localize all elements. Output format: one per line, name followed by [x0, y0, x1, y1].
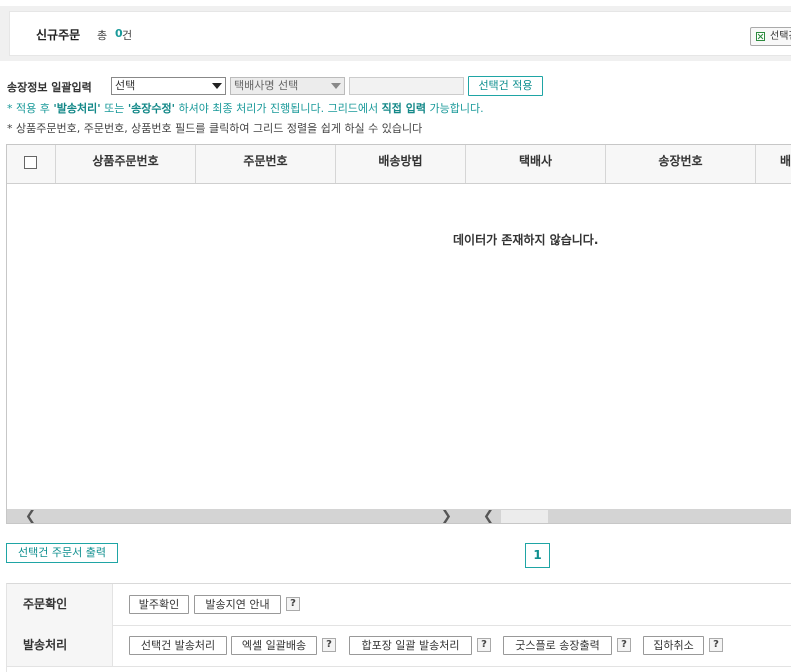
scrollbar-thumb[interactable] — [501, 510, 548, 523]
order-grid: 상품주문번호 주문번호 배송방법 택배사 송장번호 배 데이터가 존재하지 않습… — [6, 144, 791, 524]
print-order-sheet-button[interactable]: 선택건 주문서 출력 — [6, 543, 118, 563]
scroll-right-icon[interactable]: ❯ — [441, 509, 452, 523]
column-header-truncated[interactable]: 배 — [756, 145, 791, 183]
action-row-dispatch: 발송처리 선택건 발송처리 엑셀 일괄배송 ? 합포장 일괄 발송처리 ? 굿스… — [7, 625, 791, 667]
select-all-checkbox[interactable] — [24, 156, 37, 169]
goodsflow-label-print-button[interactable]: 굿스플로 송장출력 — [503, 636, 612, 655]
total-label: 총 — [97, 29, 108, 42]
help-icon[interactable]: ? — [322, 638, 336, 652]
apply-selected-button[interactable]: 선택건 적용 — [468, 76, 543, 96]
column-header-courier[interactable]: 택배사 — [466, 145, 606, 183]
order-count-unit: 건 — [122, 29, 133, 42]
grid-header: 상품주문번호 주문번호 배송방법 택배사 송장번호 배 — [7, 145, 791, 184]
scroll-left-icon[interactable]: ❮ — [483, 509, 494, 523]
column-header-tracking-no[interactable]: 송장번호 — [606, 145, 756, 183]
pagination-page-current[interactable]: 1 — [525, 543, 550, 568]
confirm-order-button[interactable]: 발주확인 — [129, 595, 189, 614]
action-table: 주문확인 발주확인 발송지연 안내 ? 발송처리 선택건 발송처리 엑셀 일괄배… — [6, 583, 791, 672]
excel-button-label: 선택건 — [770, 31, 791, 42]
notice-sort: * 상품주문번호, 주문번호, 상품번호 필드를 클릭하여 그리드 정렬을 쉽게… — [7, 122, 423, 135]
excel-bulk-shipping-button[interactable]: 엑셀 일괄배송 — [231, 636, 317, 655]
column-header-order-no[interactable]: 주문번호 — [196, 145, 336, 183]
excel-download-button[interactable]: 선택건 — [750, 27, 791, 46]
help-icon[interactable]: ? — [617, 638, 631, 652]
chevron-down-icon — [212, 83, 222, 89]
combined-bulk-dispatch-button[interactable]: 합포장 일괄 발송처리 — [349, 636, 472, 655]
action-row-order-confirm: 주문확인 발주확인 발송지연 안내 ? — [7, 584, 791, 626]
notice-process: * 적용 후 '발송처리' 또는 '송장수정' 하셔야 최종 처리가 진행됩니다… — [7, 102, 484, 115]
horizontal-scrollbar[interactable]: ❮ ❯ ❮ — [7, 509, 791, 523]
help-icon[interactable]: ? — [477, 638, 491, 652]
help-icon[interactable]: ? — [709, 638, 723, 652]
grid-header-select-all — [7, 145, 56, 183]
grid-empty-message: 데이터가 존재하지 않습니다. — [453, 233, 599, 247]
order-summary-panel: 신규주문 총 0 건 선택건 — [9, 11, 791, 56]
chevron-down-icon — [331, 83, 341, 89]
bulk-status-select[interactable]: 선택 — [111, 77, 226, 95]
cancel-pickup-button[interactable]: 집하취소 — [643, 636, 704, 655]
excel-icon — [756, 32, 765, 41]
scroll-left-icon[interactable]: ❮ — [25, 509, 36, 523]
tracking-number-input[interactable] — [349, 77, 464, 95]
shipping-delay-notice-button[interactable]: 발송지연 안내 — [194, 595, 281, 614]
column-header-shipping-method[interactable]: 배송방법 — [336, 145, 466, 183]
courier-select[interactable]: 택배사명 선택 — [230, 77, 345, 95]
bulk-input-label: 송장정보 일괄입력 — [7, 81, 92, 94]
page-title: 신규주문 — [36, 28, 81, 42]
dispatch-selected-button[interactable]: 선택건 발송처리 — [129, 636, 227, 655]
column-header-product-order-no[interactable]: 상품주문번호 — [56, 145, 196, 183]
action-label-order-confirm: 주문확인 — [7, 584, 113, 625]
courier-select-value: 택배사명 선택 — [234, 79, 299, 92]
help-icon[interactable]: ? — [286, 597, 300, 611]
action-label-dispatch: 발송처리 — [7, 625, 113, 666]
status-select-value: 선택 — [115, 79, 136, 92]
